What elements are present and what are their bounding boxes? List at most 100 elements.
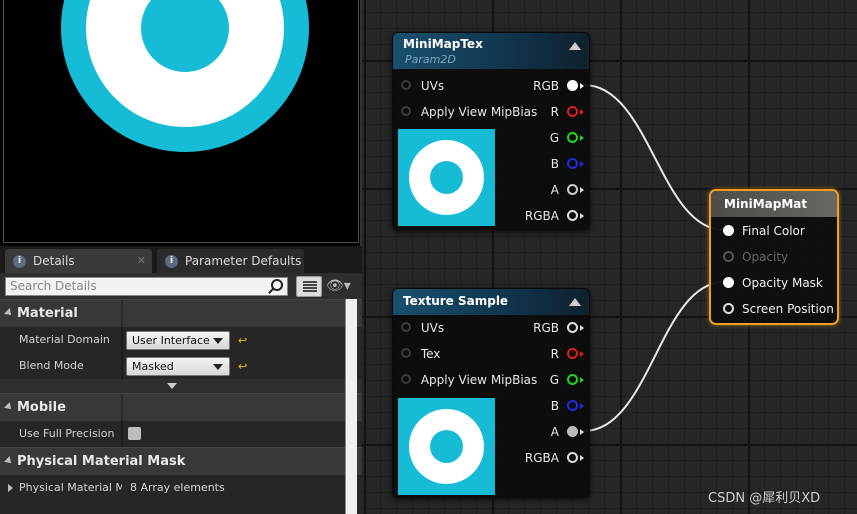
use-full-precision-checkbox[interactable] (128, 427, 141, 440)
output-pin-a[interactable] (567, 184, 578, 195)
pin-label: Opacity (742, 250, 789, 264)
input-pin-tex[interactable]: Tex (401, 344, 440, 364)
output-pin-r[interactable] (567, 348, 578, 359)
eye-icon: 👁▾ (326, 278, 351, 294)
search-placeholder: Search Details (10, 279, 97, 293)
output-pin-label-a: A (550, 183, 559, 197)
node-texture-sample[interactable]: Texture Sample UVs Tex Apply View MipBia… (392, 288, 590, 498)
tab-parameter-defaults[interactable]: i Parameter Defaults (157, 249, 304, 273)
input-pin-opacity[interactable]: Opacity (723, 247, 788, 267)
column-divider (121, 327, 123, 353)
watermark: CSDN @犀利贝XD (708, 491, 821, 506)
view-options-button[interactable]: 👁▾ (326, 277, 358, 295)
input-pin-apply-view-mipbias[interactable]: Apply View MipBias (401, 370, 537, 390)
input-pin-opacity-mask[interactable]: Opacity Mask (723, 273, 823, 293)
material-domain-dropdown[interactable]: User Interface (126, 331, 230, 350)
pin-icon (401, 322, 411, 332)
expand-arrow-icon[interactable] (8, 484, 13, 492)
category-title: Mobile (17, 400, 66, 415)
property-matrix-button[interactable] (296, 276, 322, 297)
property-label: Use Full Precision (19, 427, 115, 440)
output-pin-label-g: G (549, 373, 559, 387)
pin-label: Apply View MipBias (420, 105, 538, 119)
pin-arrow-icon (580, 187, 584, 193)
input-pin-apply-view-mipbias[interactable]: Apply View MipBias (401, 102, 537, 122)
input-pin-uvs[interactable]: UVs (401, 318, 444, 338)
pin-arrow-icon (580, 455, 584, 461)
output-pin-r[interactable] (567, 106, 578, 117)
pin-arrow-icon (580, 403, 584, 409)
collapse-icon[interactable] (569, 298, 581, 306)
tab-details[interactable]: i Details ✕ (5, 249, 152, 273)
collapse-icon[interactable] (569, 42, 581, 50)
pin-arrow-icon (580, 377, 584, 383)
info-icon: i (13, 255, 26, 268)
node-minimap-tex[interactable]: MiniMapTex Param2D UVs Apply View MipBia… (392, 32, 590, 230)
pin-label: Final Color (742, 224, 805, 238)
tab-label: Details (33, 254, 75, 268)
advanced-expander[interactable] (0, 379, 362, 393)
material-preview-viewport[interactable] (0, 0, 362, 246)
node-title: MiniMapMat (711, 191, 837, 217)
output-pin-a[interactable] (567, 426, 578, 437)
property-physical-material-mask[interactable]: Physical Material Mask 8 Array elements (0, 475, 362, 501)
output-pin-rgb[interactable] (567, 80, 578, 91)
column-divider (121, 421, 123, 447)
property-blend-mode: Blend Mode Masked ↩ (0, 353, 362, 379)
reset-to-default-icon[interactable]: ↩ (238, 354, 247, 380)
node-material-result[interactable]: MiniMapMat Final Color Opacity Opacity M… (709, 189, 839, 325)
input-pin-final-color[interactable]: Final Color (723, 221, 805, 241)
pin-arrow-icon (580, 325, 584, 331)
property-label: Blend Mode (19, 359, 84, 372)
output-pin-label-rgba: RGBA (524, 451, 559, 465)
output-pin-b[interactable] (567, 400, 578, 411)
close-icon[interactable]: ✕ (137, 249, 146, 273)
output-pin-g[interactable] (567, 132, 578, 143)
property-label: Material Domain (19, 333, 110, 346)
category-mobile[interactable]: Mobile (0, 393, 362, 421)
input-pin-screen-position[interactable]: Screen Position (723, 299, 834, 319)
node-header[interactable]: Texture Sample (393, 289, 589, 315)
pin-icon (401, 106, 411, 116)
grid-icon (303, 281, 317, 292)
output-pin-label-rgb: RGB (533, 321, 559, 335)
node-header[interactable]: MiniMapTex Param2D (393, 33, 589, 69)
property-material-domain: Material Domain User Interface ↩ (0, 327, 362, 353)
blend-mode-dropdown[interactable]: Masked (126, 357, 230, 376)
output-pin-rgba[interactable] (567, 452, 578, 463)
output-pin-rgba[interactable] (567, 210, 578, 221)
details-panel: i Details ✕ i Parameter Defaults Search … (0, 246, 362, 514)
output-pin-g[interactable] (567, 374, 578, 385)
pin-icon (723, 277, 734, 288)
texture-thumbnail (398, 129, 495, 226)
reset-to-default-icon[interactable]: ↩ (238, 328, 247, 354)
tab-label: Parameter Defaults (185, 254, 302, 268)
pin-icon (723, 303, 734, 314)
output-pin-rgb[interactable] (567, 322, 578, 333)
property-use-full-precision: Use Full Precision (0, 421, 362, 447)
output-pin-label-b: B (550, 399, 559, 413)
pin-arrow-icon (580, 161, 584, 167)
input-pin-uvs[interactable]: UVs (401, 76, 444, 96)
category-title: Physical Material Mask (17, 454, 186, 469)
details-scrollbar[interactable] (345, 299, 357, 514)
pin-icon (723, 251, 734, 262)
pin-arrow-icon (580, 83, 584, 89)
pin-arrow-icon (580, 429, 584, 435)
output-pin-label-a: A (550, 425, 559, 439)
output-pin-b[interactable] (567, 158, 578, 169)
output-pin-label-rgba: RGBA (524, 209, 559, 223)
pin-arrow-icon (580, 213, 584, 219)
search-input[interactable]: Search Details (5, 277, 288, 296)
category-material[interactable]: Material (0, 299, 362, 327)
thumb-core-circle (430, 430, 463, 463)
category-title: Material (17, 306, 78, 321)
pin-icon (401, 348, 411, 358)
search-icon (271, 279, 283, 291)
property-label: Physical Material Mask (19, 481, 122, 494)
node-title: MiniMapTex (403, 37, 483, 51)
column-divider (121, 353, 123, 379)
pin-label: Screen Position (742, 302, 834, 316)
category-physical-material-mask[interactable]: Physical Material Mask (0, 447, 362, 475)
output-pin-label-r: R (550, 347, 559, 361)
